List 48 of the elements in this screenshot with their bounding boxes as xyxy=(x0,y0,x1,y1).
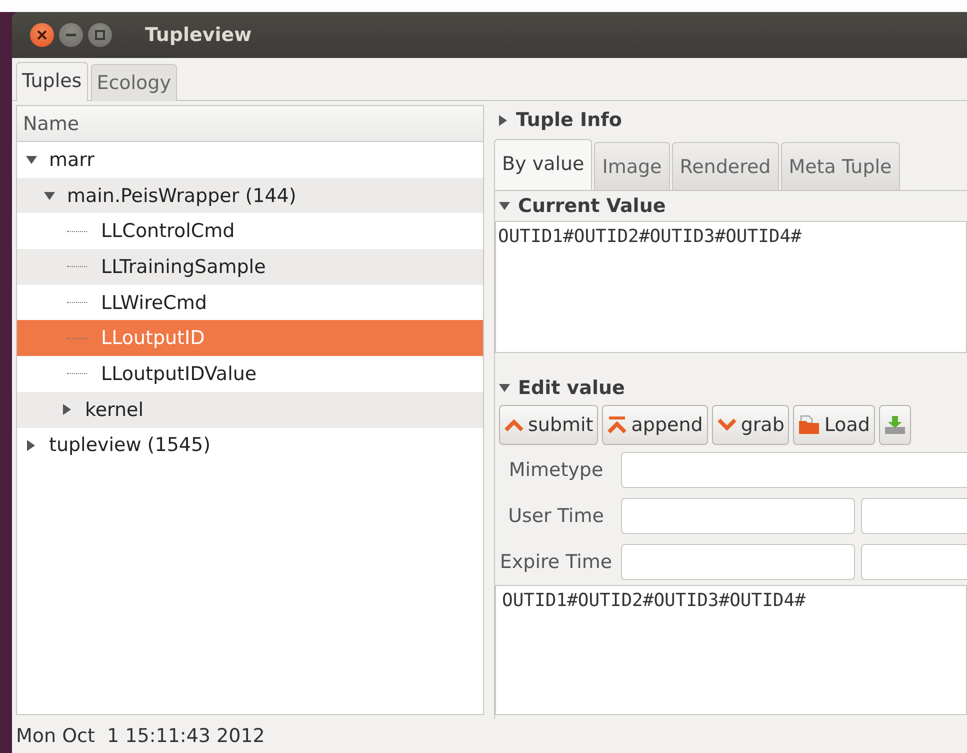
tree-item[interactable]: LLWireCmd xyxy=(17,284,483,320)
edit-text-area[interactable]: OUTID1#OUTID2#OUTID3#OUTID4# xyxy=(495,585,967,715)
load-button[interactable]: Load xyxy=(793,405,875,445)
section-header[interactable]: Edit value xyxy=(495,373,629,403)
expanded-arrow-icon[interactable] xyxy=(25,154,37,166)
append-button[interactable]: append xyxy=(602,405,708,445)
tree-item[interactable]: kernel xyxy=(17,392,483,428)
tree-item[interactable]: LLoutputIDValue xyxy=(17,356,483,392)
field-label: User Time xyxy=(507,505,605,527)
double-chevron-up-icon xyxy=(607,416,628,434)
tab[interactable]: Meta Tuple xyxy=(780,142,900,191)
column-header[interactable]: Name xyxy=(17,106,483,142)
input-field[interactable] xyxy=(621,544,855,580)
grab-button[interactable]: grab xyxy=(712,405,790,445)
close-icon[interactable] xyxy=(30,23,54,47)
tree-item[interactable]: marr xyxy=(17,142,483,178)
section-header[interactable]: Current Value xyxy=(495,191,670,221)
submit-button[interactable]: submit xyxy=(499,405,598,445)
collapsed-arrow-icon[interactable] xyxy=(25,439,37,452)
status-text: Mon Oct 1 15:11:43 2012 xyxy=(15,724,266,749)
minimize-icon[interactable] xyxy=(59,23,83,47)
chevron-up-icon xyxy=(504,418,524,432)
tab[interactable]: Rendered xyxy=(672,142,779,191)
tab[interactable]: Ecology xyxy=(90,64,177,101)
input-field[interactable] xyxy=(621,452,967,488)
field-label: Mimetype xyxy=(508,459,604,481)
expanded-arrow-icon xyxy=(499,383,510,393)
expanded-arrow-icon[interactable] xyxy=(43,190,55,202)
value-text-area[interactable]: OUTID1#OUTID2#OUTID3#OUTID4# xyxy=(495,221,967,353)
input-field[interactable] xyxy=(621,498,855,534)
folder-icon xyxy=(798,415,820,435)
section-header[interactable]: Tuple Info xyxy=(494,105,626,135)
field-label: Expire Time xyxy=(498,551,614,573)
tree-item[interactable]: main.PeisWrapper (144) xyxy=(17,178,483,214)
chevron-down-icon xyxy=(716,418,737,432)
collapsed-arrow-icon[interactable] xyxy=(61,404,73,416)
maximize-icon[interactable] xyxy=(88,23,112,47)
tab[interactable]: By value xyxy=(494,139,592,191)
tab[interactable]: Tuples xyxy=(16,62,88,101)
tab[interactable]: Image xyxy=(594,142,670,191)
window-title: Tupleview xyxy=(145,24,252,46)
tree-item[interactable]: tupleview (1545) xyxy=(17,428,483,464)
collapsed-arrow-icon xyxy=(498,114,508,126)
tree-item[interactable]: LLControlCmd xyxy=(17,213,483,250)
tree-item[interactable]: LLTrainingSample xyxy=(17,249,483,285)
download-icon xyxy=(884,415,906,435)
expanded-arrow-icon xyxy=(499,201,510,211)
save-button[interactable] xyxy=(878,405,911,445)
